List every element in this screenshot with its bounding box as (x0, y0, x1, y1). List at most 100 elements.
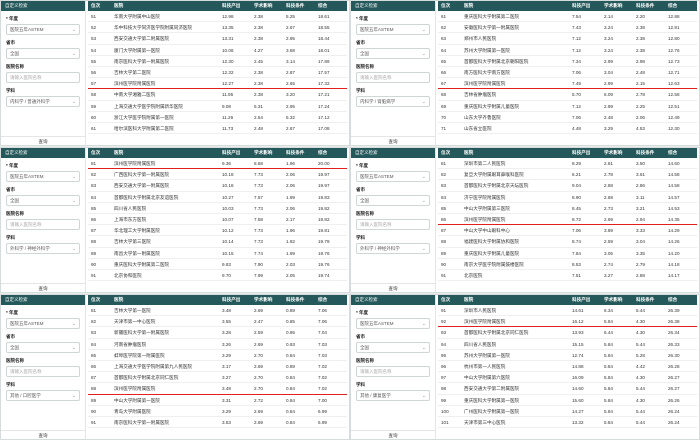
subject-select[interactable]: 内科学 / 肾脏病学 ⌄ (356, 96, 430, 107)
year-select[interactable]: 医院五年ASTEM ⌄ (356, 171, 430, 182)
table-row[interactable]: 94 四川省人民医院 15.15 5.84 5.44 26.33 (438, 339, 697, 350)
table-row[interactable]: 88 吉林大学第三医院 10.14 7.73 1.92 19.79 (88, 236, 347, 248)
table-row[interactable]: 87 首都医科大学附属北京同仁医院 3.27 2.70 0.84 7.02 (88, 372, 347, 384)
table-row[interactable]: 83 西安交通大学第一附属医院 10.18 7.73 2.06 19.97 (88, 180, 347, 192)
table-row[interactable]: 84 河南省肿瘤医院 3.26 2.69 0.93 7.03 (88, 339, 347, 350)
province-select[interactable]: 全国 ⌄ (6, 48, 80, 59)
table-row[interactable]: 83 首都医科大学附属北京天坛医院 9.04 2.68 2.86 14.58 (438, 180, 697, 192)
highlighted-row[interactable]: 88 滨州医学院附属医院 3.48 2.70 0.84 7.02 (88, 383, 347, 395)
table-row[interactable]: 63 郑州市人民医院 7.12 3.24 2.38 12.80 (438, 33, 697, 45)
query-button[interactable]: 查询 (1, 136, 85, 145)
table-row[interactable]: 81 吉林大学第一医院 3.48 2.69 0.89 7.06 (88, 305, 347, 317)
table-row[interactable]: 64 苏州大学附属第一医院 7.12 3.24 2.38 12.76 (438, 45, 697, 56)
table-row[interactable]: 82 广西医科大学第一附属医院 10.18 7.73 2.06 19.97 (88, 169, 347, 181)
hospital-name-input[interactable]: 请输入医院名称 (356, 366, 430, 377)
table-row[interactable]: 95 苏州大学附属第一医院 12.74 5.84 5.28 26.30 (438, 350, 697, 361)
province-select[interactable]: 全国 ⌄ (6, 342, 80, 353)
table-row[interactable]: 56 吉林大学第二医院 12.32 2.38 2.87 17.57 (88, 67, 347, 79)
table-cell: 2.38 (254, 14, 263, 19)
table-row[interactable]: 61 哈尔滨医科大学附属第二医院 11.73 2.48 2.67 17.08 (88, 123, 347, 135)
year-select[interactable]: 医院五年ASTEM ⌄ (6, 24, 80, 35)
subject-select[interactable]: 内科学 / 普通外科学 ⌄ (6, 96, 80, 107)
table-row[interactable]: 91 南京医科大学第一附属医院 3.53 2.69 0.84 6.99 (88, 417, 347, 429)
query-button[interactable]: 查询 (1, 430, 85, 439)
table-row[interactable]: 91 深圳市人民医院 14.61 6.34 5.44 26.39 (438, 305, 697, 317)
hospital-name-input[interactable]: 请输入医院名称 (6, 219, 80, 230)
table-row[interactable]: 85 蚌埠医学院第一附属医院 3.29 2.70 0.84 7.03 (88, 350, 347, 361)
highlighted-row[interactable]: 92 滨州医学院附属医院 16.12 5.84 4.30 26.38 (438, 316, 697, 328)
table-row[interactable]: 55 南京医科大学第一附属医院 12.30 2.45 3.14 17.89 (88, 56, 347, 67)
province-select[interactable]: 全国 ⌄ (356, 195, 430, 206)
table-row[interactable]: 82 天津市第一中心医院 3.55 2.47 0.85 7.06 (88, 316, 347, 328)
table-row[interactable]: 70 山东大学齐鲁医院 7.06 2.48 2.06 12.49 (438, 112, 697, 123)
table-row[interactable]: 89 中山大学附属第一医院 3.31 2.72 0.84 7.00 (88, 395, 347, 406)
hospital-name-input[interactable]: 请输入医院名称 (356, 219, 430, 230)
year-select[interactable]: 医院五年ASTEM ⌄ (356, 24, 430, 35)
table-row[interactable]: 100 广州医科大学附属第一医院 14.27 5.84 5.44 26.24 (438, 406, 697, 417)
query-button[interactable]: 查询 (351, 283, 435, 292)
year-select[interactable]: 医院五年ASTEM ⌄ (6, 171, 80, 182)
hospital-name-input[interactable]: 请输入医院名称 (356, 72, 430, 83)
province-select[interactable]: 全国 ⌄ (6, 195, 80, 206)
table-row[interactable]: 87 中山大学中山眼科中心 7.06 3.89 3.33 14.29 (438, 225, 697, 237)
table-row[interactable]: 52 华中科技大学同济医学院附属同济医院 13.35 2.38 2.67 18.55 (88, 22, 347, 34)
table-row[interactable]: 58 中南大学湘雅二医院 11.95 2.38 3.20 17.21 (88, 89, 347, 101)
table-row[interactable]: 62 安徽医科大学第一附属医院 7.43 3.24 2.38 12.81 (438, 22, 697, 34)
table-row[interactable]: 87 华北理工大学附属医院 10.12 7.73 1.96 19.81 (88, 225, 347, 237)
table-row[interactable]: 71 山东省立医院 4.48 3.29 4.53 12.30 (438, 123, 697, 135)
table-row[interactable]: 89 重庆医科大学附属儿童医院 7.84 3.05 3.35 14.20 (438, 248, 697, 259)
table-row[interactable]: 82 复旦大学附属眼耳鼻喉科医院 6.21 2.78 3.61 14.58 (438, 169, 697, 181)
table-row[interactable]: 68 吉林省肿瘤医院 5.70 6.09 2.78 12.58 (438, 89, 697, 101)
table-row[interactable]: 54 厦门大学附属第一医院 10.06 4.27 3.68 18.01 (88, 45, 347, 56)
table-row[interactable]: 96 杭州市第一人民医院 14.88 5.84 4.42 26.28 (438, 361, 697, 373)
table-row[interactable]: 81 深圳市第二人民医院 8.29 2.81 3.50 14.60 (438, 158, 697, 170)
table-row[interactable]: 65 首都医科大学附属北京朝阳医院 7.34 2.99 2.98 12.73 (438, 56, 697, 67)
table-row[interactable]: 90 南京大学医学院附属鼓楼医院 8.53 2.74 2.79 14.18 (438, 259, 697, 270)
subject-select[interactable]: 外科学 / 神经外科学 ⌄ (356, 243, 430, 254)
subject-select[interactable]: 其他 / 康复医学 ⌄ (356, 390, 430, 401)
highlighted-row[interactable]: 81 滨州医学院附属医院 9.36 8.68 1.96 20.00 (88, 158, 347, 170)
table-row[interactable]: 97 中山大学附属第六医院 16.09 5.84 4.30 26.27 (438, 372, 697, 384)
table-row[interactable]: 60 浙江大学医学院附属第一医院 11.26 2.54 5.32 17.12 (88, 112, 347, 123)
table-row[interactable]: 88 福建医科大学附属协和医院 8.74 2.59 3.04 14.26 (438, 236, 697, 248)
table-row[interactable]: 101 天津市第三中心医院 13.32 5.84 5.44 26.24 (438, 417, 697, 429)
table-row[interactable]: 99 重庆医科大学附属第一医院 15.60 5.84 4.30 26.26 (438, 395, 697, 406)
table-row[interactable]: 66 南方医科大学南方医院 7.06 3.04 2.48 12.71 (438, 67, 697, 79)
table-row[interactable]: 53 西安交通大学第二附属医院 13.31 2.38 2.95 18.44 (88, 33, 347, 45)
table-row[interactable]: 59 上海交通大学医学院附属新华医院 9.08 5.31 2.95 17.24 (88, 101, 347, 112)
province-select[interactable]: 全国 ⌄ (356, 48, 430, 59)
province-select[interactable]: 全国 ⌄ (356, 342, 430, 353)
table-row[interactable]: 86 上海交通大学医学院附属第九人民医院 3.17 2.69 0.89 7.02 (88, 361, 347, 373)
hospital-name-input[interactable]: 请输入医院名称 (6, 366, 80, 377)
hospital-name-input[interactable]: 请输入医院名称 (6, 72, 80, 83)
table-row[interactable]: 61 重庆医科大学附属第二医院 7.54 2.14 2.20 12.88 (438, 11, 697, 23)
highlighted-row[interactable]: 86 滨州医学院附属医院 8.72 2.69 2.94 14.35 (438, 214, 697, 226)
table-row[interactable]: 91 北京医院 7.51 3.27 2.88 14.17 (438, 270, 697, 282)
highlighted-row[interactable]: 67 滨州医学院附属医院 7.49 2.99 2.15 12.63 (438, 78, 697, 90)
table-row[interactable]: 84 首都医科大学附属北京友谊医院 10.27 7.57 1.99 19.83 (88, 192, 347, 203)
table-row[interactable]: 69 重庆医科大学附属儿童医院 7.12 2.99 2.25 12.51 (438, 101, 697, 112)
query-button[interactable]: 查询 (1, 283, 85, 292)
table-row[interactable]: 93 首都医科大学附属北京同仁医院 13.93 6.44 4.30 26.34 (438, 327, 697, 339)
table-row[interactable]: 91 北京协和医院 9.70 7.99 2.05 19.74 (88, 270, 347, 282)
year-select[interactable]: 医院五年ASTEM ⌄ (356, 318, 430, 329)
subject-select[interactable]: 外科学 / 神经外科学 ⌄ (6, 243, 80, 254)
query-button[interactable]: 查询 (351, 430, 435, 439)
table-cell: 2.99 (604, 58, 613, 64)
table-row[interactable]: 84 济宁医学院附属医院 8.90 2.68 3.11 14.57 (438, 192, 697, 203)
table-row[interactable]: 89 南昌大学第一附属医院 10.15 7.74 1.99 19.76 (88, 248, 347, 259)
table-cell: 7.84 (572, 250, 581, 256)
table-row[interactable]: 85 四川省人民医院 10.03 7.73 2.06 19.82 (88, 203, 347, 214)
subject-select[interactable]: 其他 / 口腔医学 ⌄ (6, 390, 80, 401)
highlighted-row[interactable]: 57 滨州医学院附属医院 12.27 2.38 2.65 17.32 (88, 78, 347, 90)
table-row[interactable]: 83 新疆医科大学第一附属医院 3.28 2.59 0.95 7.04 (88, 327, 347, 339)
table-row[interactable]: 90 重庆医科大学附属第二医院 9.83 7.90 2.03 19.76 (88, 259, 347, 270)
table-row[interactable]: 98 西安交通大学第二附属医院 14.60 5.84 5.44 26.27 (438, 383, 697, 395)
filter-sidebar: 自定义检索 * 年度 医院五年ASTEM ⌄ 省市 全国 ⌄ 医院名称 请输入医院名称 学科 外科学… (1, 148, 86, 292)
query-button[interactable]: 查询 (351, 136, 435, 145)
year-select[interactable]: 医院五年ASTEM ⌄ (6, 318, 80, 329)
table-row[interactable]: 51 华南大学附属中山医院 12.98 2.38 5.25 18.61 (88, 11, 347, 23)
table-row[interactable]: 90 青岛大学附属医院 3.29 2.69 0.84 6.99 (88, 406, 347, 417)
table-row[interactable]: 86 上海市东方医院 10.07 7.58 2.17 19.82 (88, 214, 347, 226)
table-row[interactable]: 85 中山大学附属第三医院 8.45 2.73 3.21 14.53 (438, 203, 697, 214)
